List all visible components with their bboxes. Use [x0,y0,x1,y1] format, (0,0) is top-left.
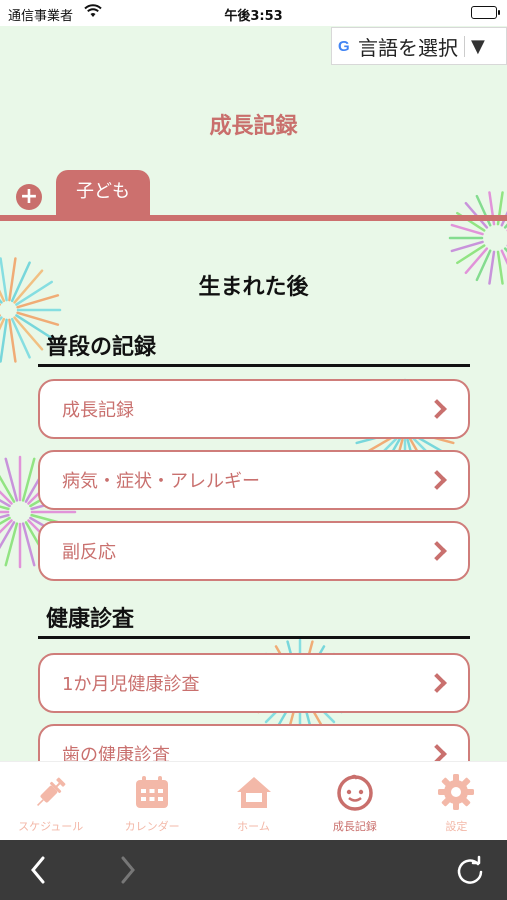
tab-label: 設定 [445,820,468,833]
battery-icon [471,6,500,19]
status-bar: 通信事業者 午後3:53 [0,0,507,26]
menu-item-label: 1か月児健康診査 [62,674,200,695]
menu-item-label: 副反応 [62,542,116,563]
menu-item-dental-checkup[interactable]: 歯の健康診査 [38,724,470,761]
content-area[interactable]: 生まれた後 普段の記録 成長記録 病気・症状・アレルギー 副反応 健康診査 1か… [0,221,507,761]
back-button[interactable] [28,854,48,890]
syringe-icon [36,777,66,807]
reload-icon [457,855,483,884]
group-divider [38,364,470,367]
bottom-tab-bar: スケジュール カレンダー ホーム 成長記録 設定 [0,761,507,840]
clock: 午後3:53 [224,9,283,24]
google-icon: G [338,37,350,55]
reload-button[interactable] [454,854,486,890]
menu-item-1month-checkup[interactable]: 1か月児健康診査 [38,653,470,713]
chevron-left-icon [31,856,45,884]
dropdown-arrow-icon: ▼ [464,35,485,57]
tab-label: ホーム [237,820,270,833]
tab-settings[interactable]: 設定 [406,762,507,840]
chevron-right-icon [427,399,447,419]
menu-item-label: 病気・症状・アレルギー [62,471,260,492]
home-icon [236,777,271,808]
tab-label: カレンダー [124,820,180,833]
browser-toolbar [0,840,507,900]
chevron-right-icon [427,673,447,693]
language-selector[interactable]: G 言語を選択 ▼ [331,27,507,65]
tab-growth-record[interactable]: 成長記録 [304,762,405,840]
menu-item-illness-allergy[interactable]: 病気・症状・アレルギー [38,450,470,510]
language-selector-label: 言語を選択 [358,35,458,60]
tab-schedule[interactable]: スケジュール [0,762,101,840]
group-title-daily: 普段の記録 [46,335,157,360]
group-title-health-check: 健康診査 [46,607,135,632]
chevron-right-icon [427,541,447,561]
menu-item-growth-record[interactable]: 成長記録 [38,379,470,439]
chevron-right-icon [427,470,447,490]
group-divider [38,636,470,639]
menu-item-label: 成長記録 [62,400,134,421]
menu-item-label: 歯の健康診査 [62,745,170,761]
chevron-right-icon [121,856,135,884]
add-child-button[interactable]: + [16,184,42,210]
gear-icon [438,774,475,810]
chevron-right-icon [427,744,447,761]
tab-label: スケジュール [18,820,84,833]
tab-home[interactable]: ホーム [203,762,304,840]
tab-label: 成長記録 [332,820,377,833]
calendar-icon [136,776,169,808]
baby-face-icon [337,774,373,811]
tab-calendar[interactable]: カレンダー [101,762,202,840]
section-heading: 生まれた後 [198,275,309,300]
menu-item-side-reaction[interactable]: 副反応 [38,521,470,581]
tab-child[interactable]: 子ども [56,170,150,216]
forward-button[interactable] [118,854,138,890]
page-title: 成長記録 [209,114,298,139]
